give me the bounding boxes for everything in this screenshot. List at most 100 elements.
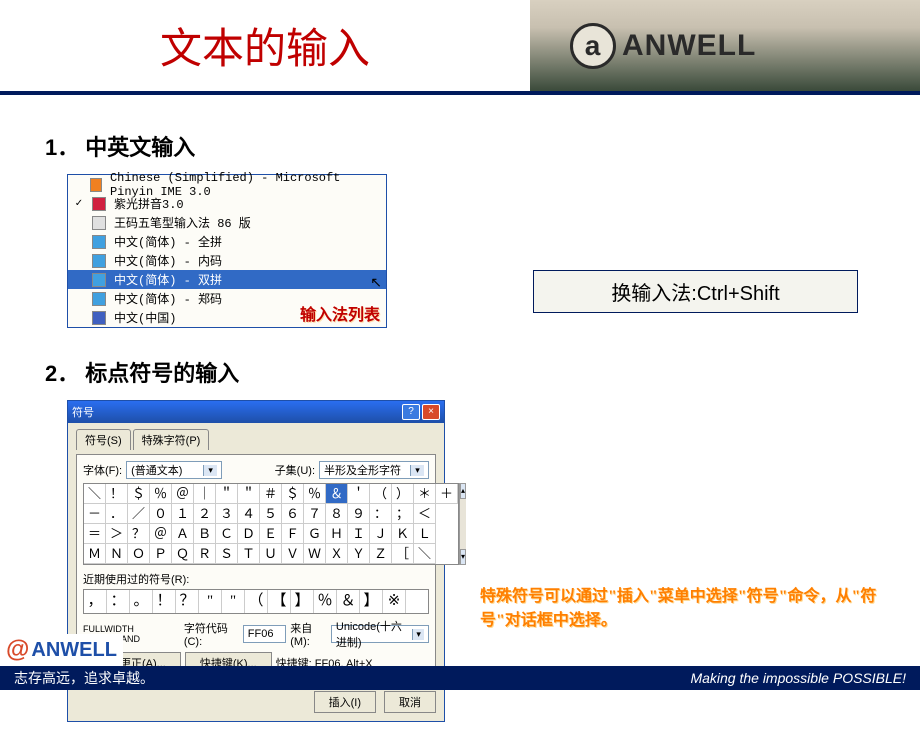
char-cell[interactable]: ） bbox=[392, 484, 414, 504]
font-combo[interactable]: (普通文本)▾ bbox=[126, 461, 222, 479]
char-cell[interactable]: ９ bbox=[348, 504, 370, 524]
char-cell[interactable]: Ｗ bbox=[304, 544, 326, 564]
char-cell[interactable]: ［ bbox=[392, 544, 414, 564]
char-cell[interactable]: ０ bbox=[150, 504, 172, 524]
recent-cell[interactable]: " bbox=[199, 590, 222, 613]
tab-special[interactable]: 特殊字符(P) bbox=[133, 429, 210, 450]
char-cell[interactable]: １ bbox=[172, 504, 194, 524]
char-cell[interactable]: Ｐ bbox=[150, 544, 172, 564]
recent-cell[interactable]: ， bbox=[84, 590, 107, 613]
recent-cell[interactable]: 】 bbox=[291, 590, 314, 613]
char-cell[interactable]: ７ bbox=[304, 504, 326, 524]
char-cell[interactable]: ＝ bbox=[84, 524, 106, 544]
char-cell[interactable]: Ｖ bbox=[282, 544, 304, 564]
char-cell[interactable]: ８ bbox=[326, 504, 348, 524]
char-cell[interactable]: ＞ bbox=[106, 524, 128, 544]
char-cell[interactable]: （ bbox=[370, 484, 392, 504]
code-textbox[interactable]: FF06 bbox=[243, 625, 286, 643]
char-cell[interactable]: Ｕ bbox=[260, 544, 282, 564]
char-cell[interactable]: ／ bbox=[128, 504, 150, 524]
char-cell[interactable]: Ｎ bbox=[106, 544, 128, 564]
char-cell[interactable]: Ｊ bbox=[370, 524, 392, 544]
char-cell[interactable]: Ｍ bbox=[84, 544, 106, 564]
char-cell[interactable]: Ｔ bbox=[238, 544, 260, 564]
char-cell[interactable]: ！ bbox=[106, 484, 128, 504]
char-cell[interactable]: Ｆ bbox=[282, 524, 304, 544]
char-cell[interactable]: Ｋ bbox=[392, 524, 414, 544]
char-cell[interactable]: Ｓ bbox=[216, 544, 238, 564]
char-cell[interactable]: ＄ bbox=[282, 484, 304, 504]
char-cell[interactable]: ２ bbox=[194, 504, 216, 524]
char-cell[interactable]: ？ bbox=[128, 524, 150, 544]
char-cell[interactable]: Ｒ bbox=[194, 544, 216, 564]
char-cell[interactable]: Ｅ bbox=[260, 524, 282, 544]
char-grid[interactable]: ＼！＄％＠｜＂＂＃＄％＆＇（）＊＋－．／０１２３４５６７８９：；＜＝＞？＠ＡＢＣ… bbox=[83, 483, 459, 565]
char-cell[interactable]: ５ bbox=[260, 504, 282, 524]
char-cell[interactable]: ６ bbox=[282, 504, 304, 524]
scrollbar[interactable]: ▴ ▾ bbox=[459, 483, 466, 565]
insert-button[interactable]: 插入(I) bbox=[314, 691, 376, 713]
char-cell[interactable]: ＼ bbox=[414, 544, 436, 564]
scroll-up-icon[interactable]: ▴ bbox=[460, 483, 466, 499]
dialog-titlebar[interactable]: 符号 ? × bbox=[68, 401, 444, 423]
recent-cell[interactable]: 【 bbox=[268, 590, 291, 613]
char-cell[interactable]: ＂ bbox=[238, 484, 260, 504]
char-cell[interactable]: ＇ bbox=[348, 484, 370, 504]
char-cell[interactable]: ｜ bbox=[194, 484, 216, 504]
recent-cell[interactable]: ！ bbox=[153, 590, 176, 613]
char-cell[interactable]: ＃ bbox=[260, 484, 282, 504]
ime-item[interactable]: 中文(简体) - 双拼 bbox=[68, 270, 386, 289]
char-cell[interactable]: ４ bbox=[238, 504, 260, 524]
char-cell[interactable]: Ｙ bbox=[348, 544, 370, 564]
tab-symbols[interactable]: 符号(S) bbox=[76, 429, 131, 450]
char-cell[interactable]: Ａ bbox=[172, 524, 194, 544]
char-cell[interactable]: ％ bbox=[304, 484, 326, 504]
char-cell[interactable]: Ｂ bbox=[194, 524, 216, 544]
recent-cell[interactable]: 】 bbox=[360, 590, 383, 613]
char-cell[interactable]: ３ bbox=[216, 504, 238, 524]
char-cell[interactable]: ＂ bbox=[216, 484, 238, 504]
scroll-down-icon[interactable]: ▾ bbox=[460, 549, 466, 565]
recent-cell[interactable]: " bbox=[222, 590, 245, 613]
char-cell[interactable]: ＜ bbox=[414, 504, 436, 524]
char-cell[interactable]: Ｄ bbox=[238, 524, 260, 544]
char-cell[interactable]: ＆ bbox=[326, 484, 348, 504]
char-cell[interactable]: Ｃ bbox=[216, 524, 238, 544]
from-combo[interactable]: Unicode(十六进制)▾ bbox=[331, 625, 429, 643]
recent-cell[interactable]: ※ bbox=[383, 590, 406, 613]
char-cell[interactable]: ； bbox=[392, 504, 414, 524]
char-cell[interactable]: ＋ bbox=[436, 484, 458, 504]
char-cell[interactable]: Ｑ bbox=[172, 544, 194, 564]
ime-item[interactable]: 中文(简体) - 内码 bbox=[68, 251, 386, 270]
ime-item[interactable]: 中文(简体) - 全拼 bbox=[68, 232, 386, 251]
char-cell[interactable]: ： bbox=[370, 504, 392, 524]
recent-cell[interactable]: ？ bbox=[176, 590, 199, 613]
close-button[interactable]: × bbox=[422, 404, 440, 420]
recent-cell[interactable]: 。 bbox=[130, 590, 153, 613]
subset-combo[interactable]: 半形及全形字符▾ bbox=[319, 461, 429, 479]
recent-cell[interactable]: （ bbox=[245, 590, 268, 613]
char-cell[interactable]: Ｌ bbox=[414, 524, 436, 544]
char-cell[interactable]: Ｚ bbox=[370, 544, 392, 564]
char-cell[interactable]: Ｘ bbox=[326, 544, 348, 564]
help-button[interactable]: ? bbox=[402, 404, 420, 420]
recent-cell[interactable]: ＆ bbox=[337, 590, 360, 613]
char-cell[interactable]: ％ bbox=[150, 484, 172, 504]
char-cell[interactable]: Ｏ bbox=[128, 544, 150, 564]
recent-grid[interactable]: ，：。！？""（【】％＆】※ bbox=[83, 589, 429, 614]
char-cell[interactable]: Ｈ bbox=[326, 524, 348, 544]
char-cell[interactable]: ． bbox=[106, 504, 128, 524]
char-cell[interactable]: ＄ bbox=[128, 484, 150, 504]
char-cell[interactable]: ＊ bbox=[414, 484, 436, 504]
char-cell[interactable]: － bbox=[84, 504, 106, 524]
ime-item[interactable]: Chinese (Simplified) - Microsoft Pinyin … bbox=[68, 175, 386, 194]
char-cell[interactable]: Ｉ bbox=[348, 524, 370, 544]
char-cell[interactable]: ＼ bbox=[84, 484, 106, 504]
recent-cell[interactable]: ％ bbox=[314, 590, 337, 613]
recent-cell[interactable]: ： bbox=[107, 590, 130, 613]
char-cell[interactable]: ＠ bbox=[150, 524, 172, 544]
char-cell[interactable]: Ｇ bbox=[304, 524, 326, 544]
cancel-button[interactable]: 取消 bbox=[384, 691, 436, 713]
ime-item[interactable]: 王码五笔型输入法 86 版 bbox=[68, 213, 386, 232]
char-cell[interactable]: ＠ bbox=[172, 484, 194, 504]
